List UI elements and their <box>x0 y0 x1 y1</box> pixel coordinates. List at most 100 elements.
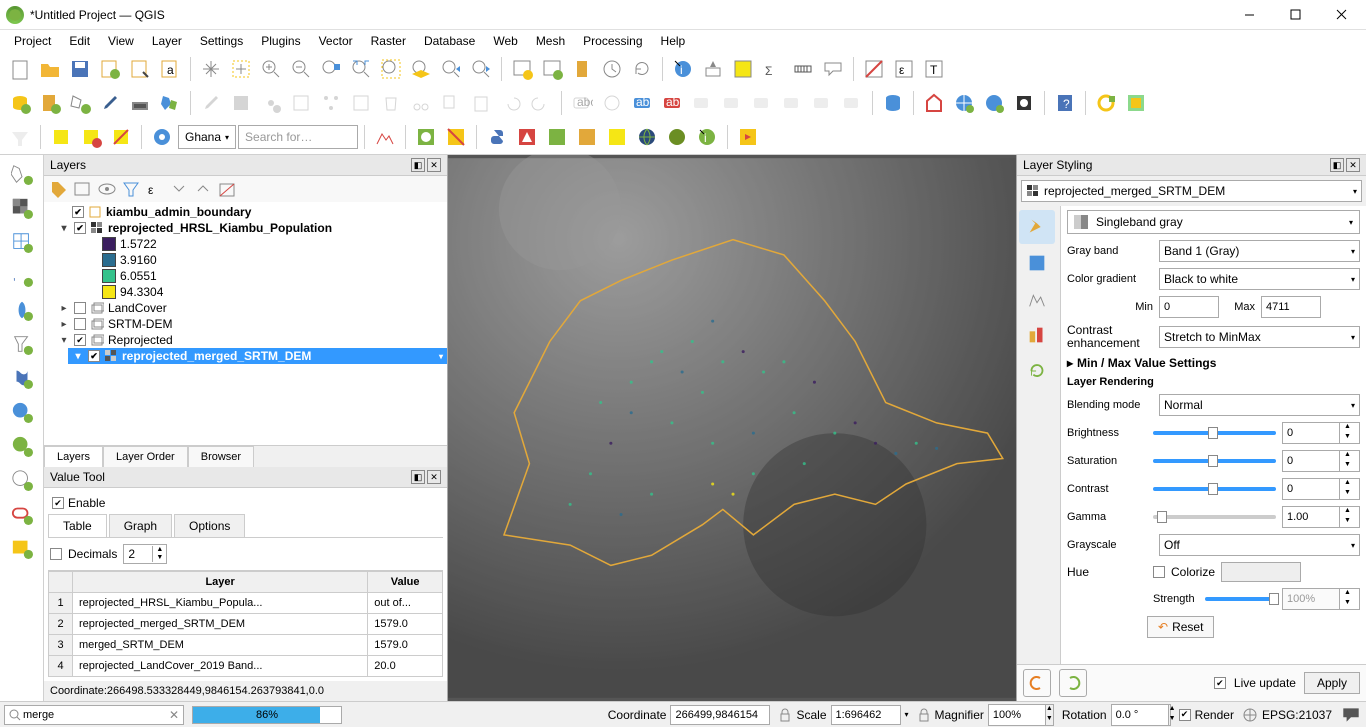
measure-icon[interactable] <box>789 55 817 83</box>
layer-labeling-icon[interactable]: abc <box>628 89 656 117</box>
deselect-all-icon[interactable] <box>860 55 888 83</box>
enable-checkbox[interactable]: ✔Enable <box>48 492 443 514</box>
colorize-color-button[interactable] <box>1221 562 1301 582</box>
undock-button[interactable]: ◧ <box>411 158 425 172</box>
filter-expression-icon[interactable]: ε <box>144 178 166 200</box>
scp-preprocess-icon[interactable] <box>573 123 601 151</box>
saturation-slider[interactable] <box>1153 459 1276 463</box>
open-layer-styling-icon[interactable] <box>48 178 70 200</box>
collapse-icon[interactable]: ▾ <box>58 223 70 234</box>
menu-database[interactable]: Database <box>416 32 483 50</box>
strength-slider[interactable] <box>1205 597 1276 601</box>
modify-attributes-icon[interactable] <box>347 89 375 117</box>
contrast-enhance-combo[interactable]: Stretch to MinMax▾ <box>1159 326 1360 348</box>
magnifier-input[interactable]: ▲▼ <box>988 704 1054 726</box>
contrast-slider[interactable] <box>1153 487 1276 491</box>
menu-plugins[interactable]: Plugins <box>253 32 308 50</box>
scp-roi-icon[interactable] <box>603 123 631 151</box>
select-by-value-icon[interactable]: ε <box>890 55 918 83</box>
menu-settings[interactable]: Settings <box>192 32 251 50</box>
messages-icon[interactable] <box>1340 704 1362 726</box>
label-annotation-icon[interactable]: abc <box>568 89 596 117</box>
decimals-checkbox[interactable] <box>50 548 62 560</box>
menu-vector[interactable]: Vector <box>311 32 361 50</box>
action-icon[interactable] <box>699 55 727 83</box>
grayscale-combo[interactable]: Off▾ <box>1159 534 1360 556</box>
save-project-icon[interactable] <box>66 55 94 83</box>
text-tool-icon[interactable]: T <box>920 55 948 83</box>
undock-button[interactable]: ◧ <box>411 470 425 484</box>
layer-reprojected-group[interactable]: Reprojected <box>108 333 173 347</box>
topology-checker-icon[interactable] <box>156 89 184 117</box>
minmax-section-header[interactable]: ▸Min / Max Value Settings <box>1067 356 1360 370</box>
add-mesh-icon[interactable] <box>4 227 40 257</box>
cut-features-icon[interactable] <box>407 89 435 117</box>
geocoding-icon[interactable] <box>633 123 661 151</box>
highlight-pinned-icon[interactable] <box>688 89 716 117</box>
remove-layer-icon[interactable] <box>216 178 238 200</box>
open-data-source-icon[interactable] <box>6 89 34 117</box>
help-icon[interactable]: ? <box>1051 89 1079 117</box>
script-runner-icon[interactable] <box>734 123 762 151</box>
add-spatialite-icon[interactable] <box>4 295 40 325</box>
diagram-icon[interactable] <box>598 89 626 117</box>
menu-processing[interactable]: Processing <box>575 32 650 50</box>
zoom-in-icon[interactable] <box>257 55 285 83</box>
refresh-icon[interactable] <box>628 55 656 83</box>
menu-help[interactable]: Help <box>653 32 694 50</box>
qms-icon[interactable] <box>980 89 1008 117</box>
zoom-to-selection-icon[interactable] <box>377 55 405 83</box>
osm-download-icon[interactable] <box>412 123 440 151</box>
color-gradient-combo[interactable]: Black to white▾ <box>1159 268 1360 290</box>
close-button[interactable] <box>1318 0 1364 30</box>
current-edits-icon[interactable] <box>197 89 225 117</box>
topology-icon[interactable] <box>663 123 691 151</box>
undock-button[interactable]: ◧ <box>1330 158 1344 172</box>
db-manager-icon[interactable] <box>879 89 907 117</box>
temporal-controller-icon[interactable] <box>598 55 626 83</box>
nominatim-locator-icon[interactable] <box>148 123 176 151</box>
plugin-builder-icon[interactable] <box>1010 89 1038 117</box>
style-manager-icon[interactable]: a <box>156 55 184 83</box>
python-console-icon[interactable] <box>483 123 511 151</box>
undo-icon[interactable] <box>497 89 525 117</box>
menu-raster[interactable]: Raster <box>363 32 414 50</box>
show-bookmarks-icon[interactable] <box>568 55 596 83</box>
layer-srtm[interactable]: SRTM-DEM <box>108 317 172 331</box>
processing-info-icon[interactable]: i <box>693 123 721 151</box>
invert-selection-icon[interactable] <box>77 123 105 151</box>
select-all-icon[interactable] <box>47 123 75 151</box>
open-project-icon[interactable] <box>36 55 64 83</box>
vt-tab-table[interactable]: Table <box>48 514 107 537</box>
copy-features-icon[interactable] <box>437 89 465 117</box>
rendering-tab-icon[interactable] <box>1019 318 1055 352</box>
zoom-out-icon[interactable] <box>287 55 315 83</box>
delete-selected-icon[interactable] <box>377 89 405 117</box>
add-vector-icon[interactable] <box>4 159 40 189</box>
blending-combo[interactable]: Normal▾ <box>1159 394 1360 416</box>
menu-layer[interactable]: Layer <box>144 32 190 50</box>
add-wfs-icon[interactable] <box>4 465 40 495</box>
history-tab-icon[interactable] <box>1019 354 1055 388</box>
map-canvas[interactable] <box>448 155 1016 701</box>
clear-search-icon[interactable]: ✕ <box>169 708 179 722</box>
layer-hrsl[interactable]: reprojected_HRSL_Kiambu_Population <box>108 221 332 235</box>
select-features-icon[interactable] <box>729 55 757 83</box>
zoom-next-icon[interactable] <box>467 55 495 83</box>
scale-lock-icon[interactable] <box>778 708 792 722</box>
live-update-checkbox[interactable]: ✔ <box>1214 677 1226 689</box>
save-layer-edits-icon[interactable] <box>227 89 255 117</box>
pan-icon[interactable] <box>197 55 225 83</box>
close-panel-button[interactable]: ✕ <box>1346 158 1360 172</box>
layout-manager-icon[interactable] <box>126 55 154 83</box>
manage-visibility-icon[interactable] <box>96 178 118 200</box>
undo-styling-icon[interactable] <box>1023 669 1051 697</box>
close-panel-button[interactable]: ✕ <box>427 158 441 172</box>
add-hana-icon[interactable] <box>4 533 40 563</box>
decimals-spinner[interactable]: ▲▼ <box>123 544 167 564</box>
new-project-icon[interactable] <box>6 55 34 83</box>
new-map-view-icon[interactable] <box>508 55 536 83</box>
transparency-tab-icon[interactable] <box>1019 246 1055 280</box>
metasearch-icon[interactable] <box>950 89 978 117</box>
tab-layer-order[interactable]: Layer Order <box>103 446 188 467</box>
